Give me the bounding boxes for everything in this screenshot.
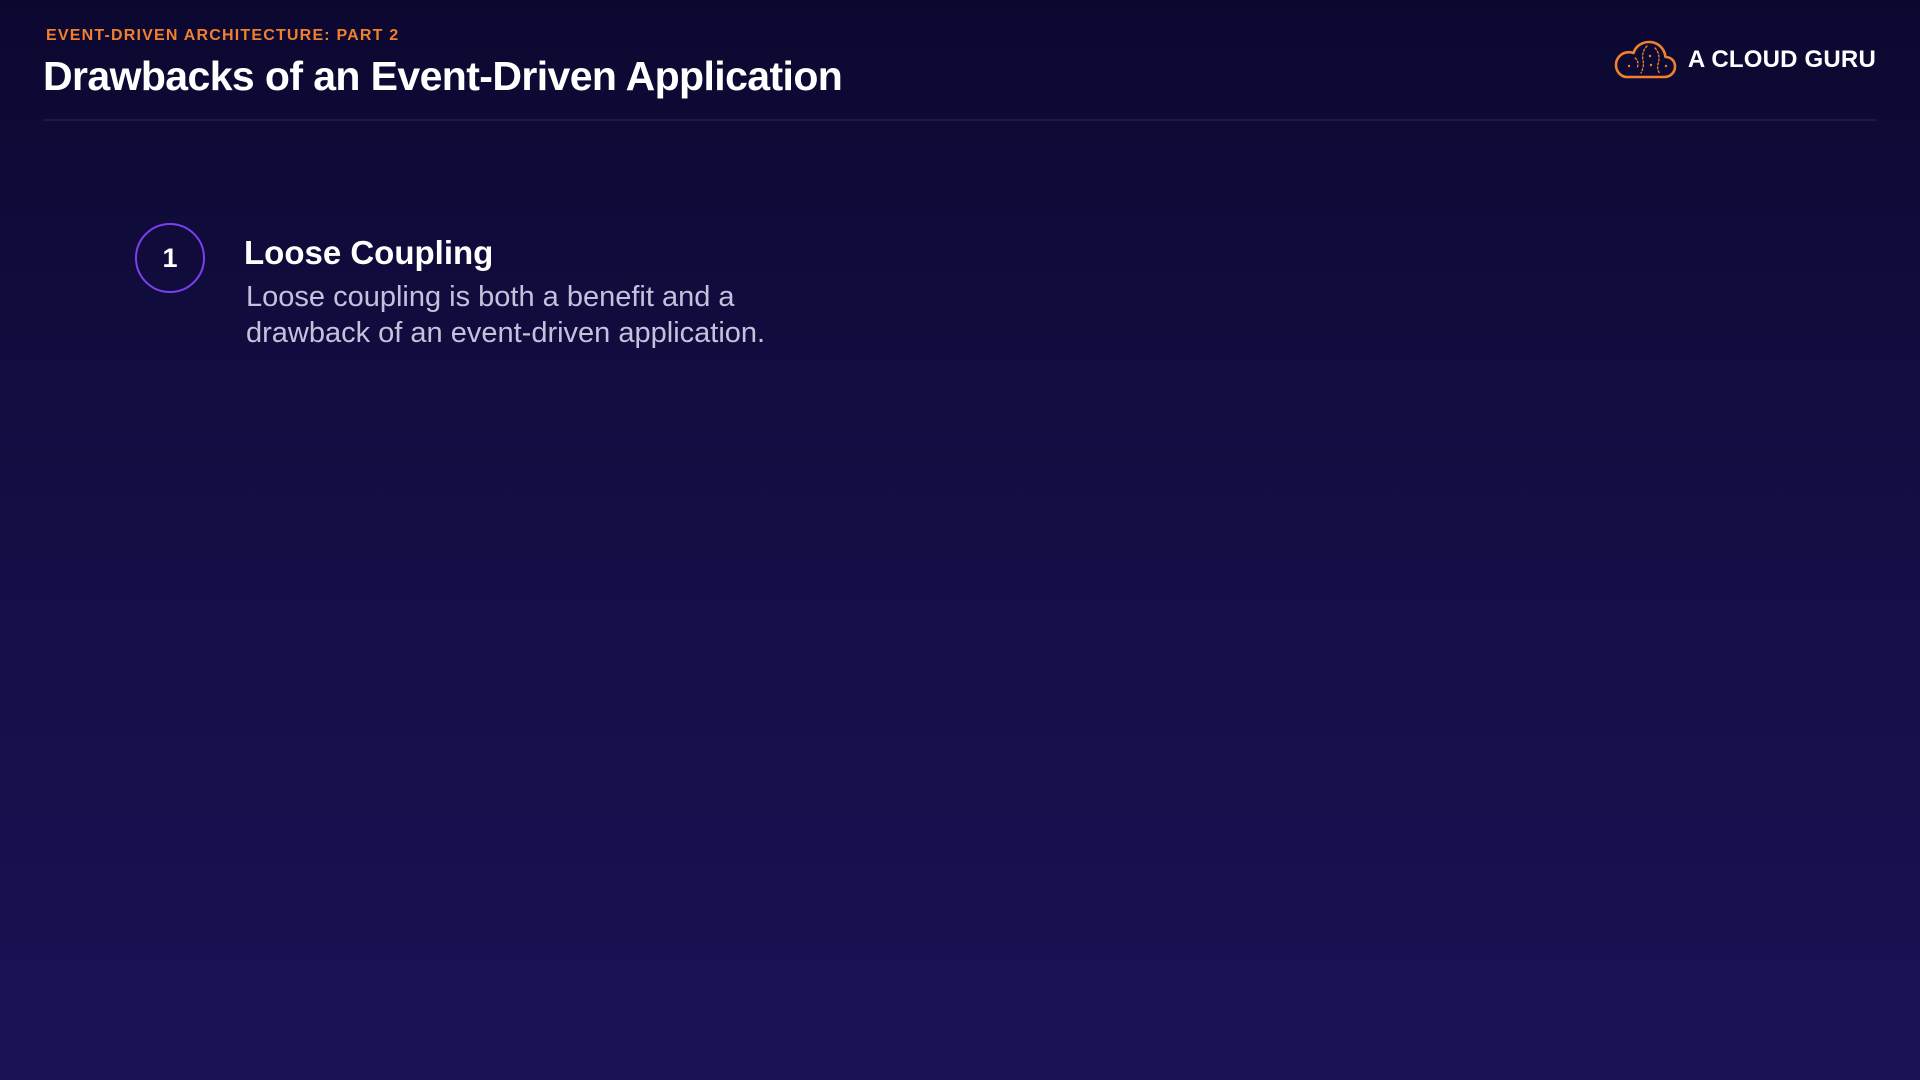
slide-header: EVENT-DRIVEN ARCHITECTURE: PART 2 Drawba… (43, 26, 843, 102)
item-description: Loose coupling is both a benefit and a d… (246, 281, 766, 349)
slide-eyebrow: EVENT-DRIVEN ARCHITECTURE: PART 2 (46, 27, 400, 44)
header-divider (43, 119, 1877, 121)
list-item: 1 Loose Coupling Loose coupling is both … (135, 223, 866, 351)
brand-name: A CLOUD GURU (1687, 46, 1876, 73)
item-number-badge: 1 (135, 223, 205, 293)
brand-logo: A CLOUD GURU (1613, 36, 1876, 84)
item-title: Loose Coupling (244, 234, 494, 271)
cloud-brain-icon (1614, 40, 1677, 79)
item-body: Loose Coupling Loose coupling is both a … (244, 223, 866, 351)
page-title: Drawbacks of an Event-Driven Application (43, 53, 843, 99)
